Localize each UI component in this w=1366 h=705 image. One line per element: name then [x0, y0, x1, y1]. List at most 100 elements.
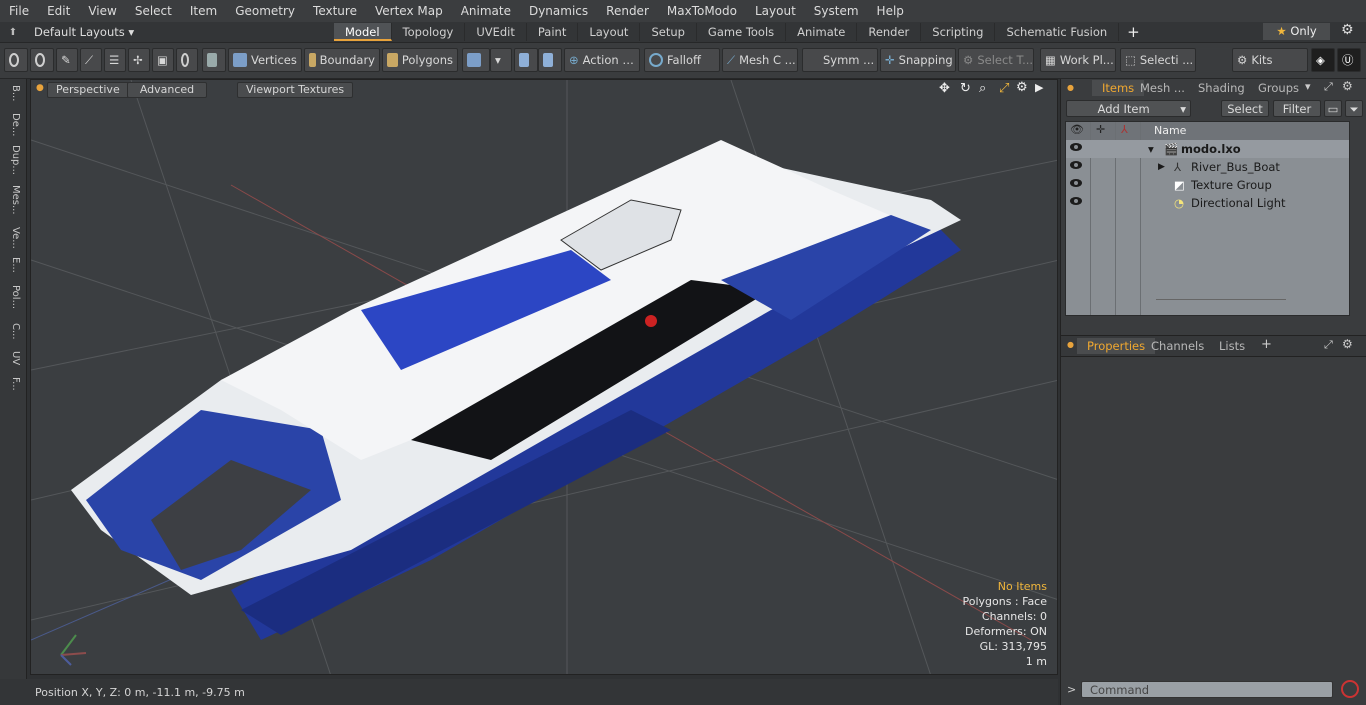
tab-setup[interactable]: Setup	[640, 23, 697, 41]
action-center-button[interactable]: ⊕ Action …	[564, 48, 640, 72]
gear-icon[interactable]: ⚙	[1342, 337, 1353, 351]
menu-file[interactable]: File	[0, 0, 38, 22]
symmetry-button-a[interactable]	[514, 48, 538, 72]
tab-groups[interactable]: Groups	[1248, 80, 1309, 96]
tab-channels[interactable]: Channels	[1141, 338, 1214, 354]
material-button[interactable]	[462, 48, 490, 72]
snapping-button[interactable]: ✛ Snapping	[880, 48, 956, 72]
menu-dynamics[interactable]: Dynamics	[520, 0, 597, 22]
chevron-down-icon[interactable]: ▾	[1305, 80, 1311, 93]
menu-help[interactable]: Help	[868, 0, 913, 22]
expand-icon[interactable]: ⤢	[1324, 338, 1333, 352]
list-item[interactable]: ▾ 🎬 modo.lxo	[1066, 140, 1349, 158]
rotate-icon[interactable]: ↻	[960, 81, 971, 96]
kits-button[interactable]: ⚙ Kits	[1232, 48, 1308, 72]
symmetry-button-b[interactable]	[538, 48, 562, 72]
play-icon[interactable]: ▶	[1035, 81, 1043, 94]
list-item[interactable]: ◩ Texture Group	[1066, 176, 1349, 194]
tab-topology[interactable]: Topology	[392, 23, 466, 41]
record-macro-icon[interactable]	[1341, 680, 1359, 698]
left-tab-vertex[interactable]: Ve...	[3, 227, 21, 249]
tab-animate[interactable]: Animate	[786, 23, 858, 41]
menu-view[interactable]: View	[79, 0, 125, 22]
work-plane-button[interactable]: ▦ Work Pl...	[1040, 48, 1116, 72]
polygons-button[interactable]: Polygons	[382, 48, 458, 72]
grid-button[interactable]: ▣	[152, 48, 174, 72]
menu-geometry[interactable]: Geometry	[226, 0, 304, 22]
menu-layout[interactable]: Layout	[746, 0, 805, 22]
left-tab-edge[interactable]: E...	[3, 257, 21, 273]
left-tab-duplicate[interactable]: Dup...	[3, 145, 21, 175]
filter-button[interactable]: Filter	[1273, 100, 1321, 117]
left-tab-deform[interactable]: De...	[3, 113, 21, 136]
falloff-button[interactable]: Falloff	[644, 48, 720, 72]
visibility-eye-icon[interactable]	[1070, 179, 1082, 187]
vertices-button[interactable]: Vertices	[228, 48, 302, 72]
symmetry-button[interactable]: Symm ...	[802, 48, 878, 72]
unreal-button[interactable]: Ⓤ	[1337, 48, 1361, 72]
expand-arrow-icon[interactable]: ▶	[1158, 158, 1165, 176]
unity-button[interactable]: ◈	[1311, 48, 1335, 72]
horizontal-scrollbar[interactable]	[1156, 299, 1286, 310]
command-input[interactable]: Command	[1081, 681, 1333, 698]
tab-uvedit[interactable]: UVEdit	[465, 23, 527, 41]
list-item[interactable]: ▶ ⅄ River_Bus_Boat	[1066, 158, 1349, 176]
tab-scripting[interactable]: Scripting	[921, 23, 996, 41]
mesh-constraints-button[interactable]: ⟋ Mesh C ...	[722, 48, 798, 72]
tab-schematic-fusion[interactable]: Schematic Fusion	[995, 23, 1120, 41]
left-tab-polygon[interactable]: Pol...	[3, 285, 21, 309]
gear-icon[interactable]: ⚙	[1342, 79, 1353, 93]
visibility-eye-icon[interactable]	[1070, 197, 1082, 205]
menu-animate[interactable]: Animate	[452, 0, 520, 22]
list-item[interactable]: ◔ Directional Light	[1066, 194, 1349, 212]
left-tab-fusion[interactable]: F...	[3, 377, 21, 391]
boundary-button[interactable]: Boundary	[304, 48, 380, 72]
left-tab-basic[interactable]: B...	[3, 85, 21, 101]
menu-edit[interactable]: Edit	[38, 0, 79, 22]
menu-vertex-map[interactable]: Vertex Map	[366, 0, 452, 22]
collapse-button[interactable]: ▭	[1324, 100, 1342, 117]
gear-icon[interactable]: ⚙	[1341, 22, 1354, 38]
menu-texture[interactable]: Texture	[304, 0, 366, 22]
add-tab-button[interactable]: +	[1261, 337, 1272, 352]
3d-viewport[interactable]: ● Perspective Advanced Viewport Textures…	[30, 79, 1058, 675]
maximize-icon[interactable]: ⤢	[999, 81, 1009, 96]
tab-paint[interactable]: Paint	[527, 23, 579, 41]
pen-tool-button[interactable]: ✎	[56, 48, 78, 72]
visibility-eye-icon[interactable]	[1070, 161, 1082, 169]
selection-sets-button[interactable]: ⬚ Selecti ...	[1120, 48, 1196, 72]
zoom-icon[interactable]: ⌕	[979, 81, 986, 96]
left-tab-uv[interactable]: UV	[3, 351, 21, 365]
menu-render[interactable]: Render	[597, 0, 658, 22]
brush-tool-button[interactable]: ⟋	[80, 48, 102, 72]
tab-shading[interactable]: Shading	[1188, 80, 1255, 96]
add-item-button[interactable]: Add Item ▾	[1066, 100, 1191, 117]
tab-model[interactable]: Model	[334, 23, 392, 41]
select-mode-button[interactable]	[4, 48, 28, 72]
gear-icon[interactable]: ⚙	[1016, 80, 1028, 95]
menu-system[interactable]: System	[805, 0, 868, 22]
globe-button[interactable]	[30, 48, 54, 72]
layout-icon[interactable]: ⬆	[0, 27, 26, 38]
left-tab-mesh[interactable]: Mes...	[3, 185, 21, 215]
select-through-button[interactable]: ⚙ Select T...	[958, 48, 1034, 72]
layers-button[interactable]: ☰	[104, 48, 126, 72]
expand-icon[interactable]: ⤢	[1324, 80, 1333, 94]
menu-item[interactable]: Item	[181, 0, 226, 22]
filter-funnel-button[interactable]: ⏷	[1345, 100, 1363, 117]
transform-button[interactable]: ✢	[128, 48, 150, 72]
layouts-dropdown[interactable]: Default Layouts ▾	[26, 25, 334, 39]
viewport-textures-button[interactable]: Viewport Textures	[237, 82, 354, 98]
tab-layout[interactable]: Layout	[578, 23, 641, 41]
select-button[interactable]: Select	[1221, 100, 1269, 117]
menu-select[interactable]: Select	[126, 0, 181, 22]
only-toggle[interactable]: ★ Only	[1263, 23, 1330, 40]
perspective-button[interactable]: Perspective	[47, 82, 129, 98]
add-tab-button[interactable]: +	[1119, 23, 1148, 41]
expand-arrow-icon[interactable]: ▾	[1148, 140, 1154, 158]
name-column-header[interactable]: Name	[1154, 124, 1186, 137]
timer-button[interactable]	[176, 48, 198, 72]
visibility-eye-icon[interactable]	[1070, 143, 1082, 151]
menu-maxtomodo[interactable]: MaxToModo	[658, 0, 746, 22]
tab-mesh[interactable]: Mesh ...	[1130, 80, 1195, 96]
